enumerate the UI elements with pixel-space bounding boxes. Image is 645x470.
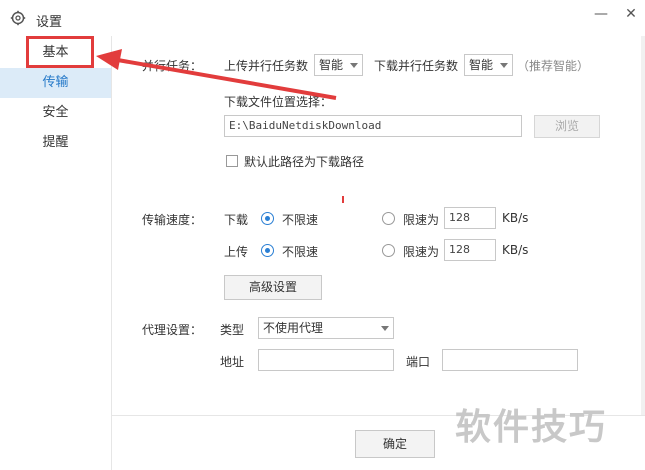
watermark: 软件技巧	[455, 407, 608, 448]
